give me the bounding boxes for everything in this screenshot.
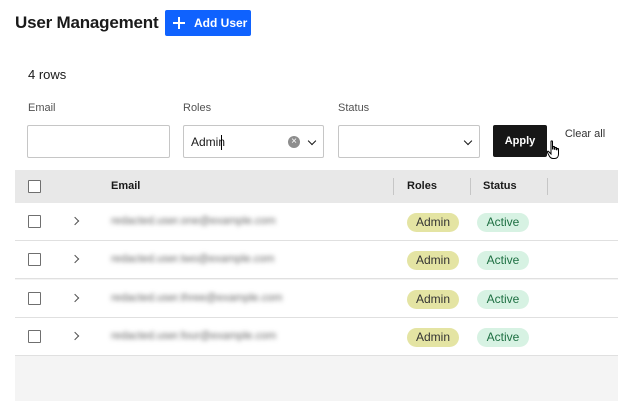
column-divider <box>547 178 548 195</box>
column-header-email[interactable]: Email <box>111 180 140 192</box>
chevron-down-icon[interactable] <box>307 136 317 146</box>
status-badge: Active <box>477 213 529 232</box>
status-filter-label: Status <box>338 102 370 114</box>
table-header: Email Roles Status <box>15 170 618 203</box>
status-filter-select[interactable] <box>338 125 480 158</box>
column-divider <box>470 178 471 195</box>
chevron-right-icon[interactable] <box>70 331 80 341</box>
status-badge: Active <box>477 328 529 347</box>
column-header-roles[interactable]: Roles <box>407 180 437 192</box>
status-badge: Active <box>477 251 529 270</box>
row-checkbox[interactable] <box>28 292 41 305</box>
row-email: redacted.user.three@example.com <box>111 292 283 304</box>
add-user-button[interactable]: Add User <box>165 10 251 36</box>
clear-selection-icon[interactable]: × <box>288 136 300 148</box>
chevron-right-icon[interactable] <box>70 254 80 264</box>
filter-area: 4 rows Email Roles Status Admin × Apply … <box>15 49 618 170</box>
add-user-label: Add User <box>194 16 248 30</box>
plus-icon <box>173 17 185 29</box>
text-caret <box>221 135 222 150</box>
column-divider <box>393 178 394 195</box>
page-header: User Management <box>15 10 159 36</box>
row-email: redacted.user.four@example.com <box>111 330 277 342</box>
select-all-checkbox[interactable] <box>28 180 41 193</box>
row-email: redacted.user.one@example.com <box>111 215 276 227</box>
row-checkbox[interactable] <box>28 215 41 228</box>
row-count: 4 rows <box>28 67 67 82</box>
roles-filter-select[interactable]: Admin × <box>183 125 324 158</box>
users-panel: 4 rows Email Roles Status Admin × Apply … <box>15 49 618 401</box>
roles-filter-label: Roles <box>183 102 212 114</box>
chevron-right-icon[interactable] <box>70 216 80 226</box>
hand-cursor-icon <box>546 140 559 159</box>
table-row[interactable]: redacted.user.three@example.com Admin Ac… <box>15 280 618 318</box>
row-checkbox[interactable] <box>28 330 41 343</box>
chevron-right-icon[interactable] <box>70 293 80 303</box>
column-header-status[interactable]: Status <box>483 180 517 192</box>
role-badge: Admin <box>407 213 459 232</box>
role-badge: Admin <box>407 251 459 270</box>
row-checkbox[interactable] <box>28 253 41 266</box>
clear-all-button[interactable]: Clear all <box>564 128 606 141</box>
page-title: User Management <box>15 13 159 32</box>
apply-button[interactable]: Apply <box>493 125 547 157</box>
email-filter-label: Email <box>28 102 56 114</box>
table-row[interactable]: redacted.user.one@example.com Admin Acti… <box>15 203 618 241</box>
chevron-down-icon[interactable] <box>463 136 473 146</box>
role-badge: Admin <box>407 290 459 309</box>
row-email: redacted.user.two@example.com <box>111 253 275 265</box>
table-row[interactable]: redacted.user.two@example.com Admin Acti… <box>15 241 618 279</box>
email-filter-input[interactable] <box>27 125 170 158</box>
roles-filter-value: Admin <box>191 135 226 149</box>
status-badge: Active <box>477 290 529 309</box>
role-badge: Admin <box>407 328 459 347</box>
table-row[interactable]: redacted.user.four@example.com Admin Act… <box>15 318 618 356</box>
